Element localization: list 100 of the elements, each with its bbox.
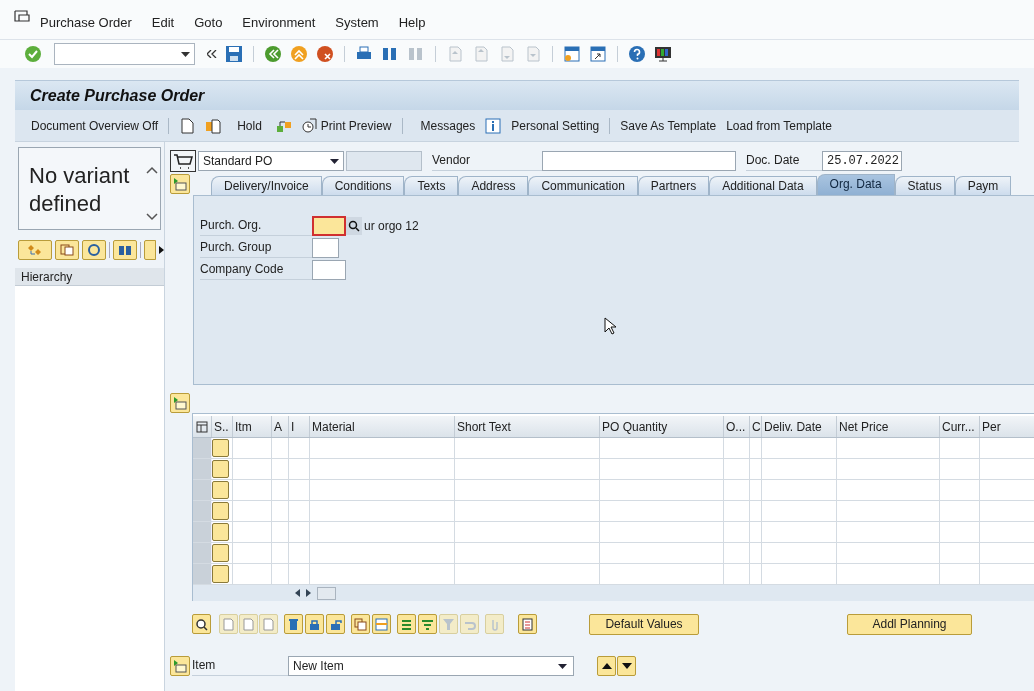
shortcut-icon[interactable] [589,45,607,63]
input-field[interactable] [312,216,346,236]
command-field[interactable] [54,43,195,65]
scroll-handle[interactable] [317,586,336,600]
back-icon[interactable] [264,45,282,63]
tab[interactable]: Communication [528,176,638,195]
find-button[interactable] [113,240,137,260]
list-button[interactable] [518,614,537,634]
status-button[interactable] [212,523,229,541]
save-icon[interactable] [225,45,243,63]
toolbar-button[interactable]: Document Overview Off [31,116,159,135]
tab[interactable]: Partners [637,176,710,195]
column-header[interactable]: Curr... [940,416,980,437]
new-session-icon[interactable] [563,45,581,63]
scroll-right-icon[interactable] [306,589,311,597]
column-header[interactable]: I [289,416,310,437]
copy-line-button[interactable] [259,614,278,634]
column-header[interactable]: C [750,416,762,437]
toolbar-button[interactable]: Print Preview [301,116,392,135]
scroll-down-icon[interactable] [146,213,158,221]
push-button[interactable]: Default Values [589,613,699,635]
status-button[interactable] [212,502,229,520]
menu-item[interactable]: Goto [194,12,223,33]
vendor-field[interactable] [542,151,736,171]
tab[interactable]: Texts [404,176,459,195]
details-button[interactable] [192,614,211,634]
status-button[interactable] [212,439,229,457]
header-toggle-button[interactable] [170,174,190,194]
tab[interactable]: Org. Data [816,174,895,195]
new-document-icon[interactable] [179,117,196,134]
expand-tree-button[interactable] [18,240,52,260]
copy-button[interactable] [55,240,79,260]
column-header[interactable]: A [272,416,289,437]
column-header[interactable]: Net Price [837,416,940,437]
column-header[interactable]: Deliv. Date [762,416,837,437]
scroll-left-icon[interactable] [295,589,300,597]
items-toggle-button[interactable] [170,393,190,413]
add-line-button[interactable] [219,614,238,634]
next-item-button[interactable] [617,656,636,676]
push-button[interactable]: Addl Planning [847,613,972,635]
tab[interactable]: Status [894,176,955,195]
status-button[interactable] [212,544,229,562]
menu-item[interactable]: Purchase Order [40,12,132,33]
toolbar-button[interactable]: Hold [237,116,262,135]
column-header[interactable]: PO Quantity [600,416,724,437]
menu-item[interactable]: Help [398,12,426,33]
help-icon[interactable] [628,45,646,63]
exit-icon[interactable] [290,45,308,63]
delete-button[interactable] [284,614,303,634]
dropdown-icon[interactable] [181,51,190,57]
info-icon[interactable] [485,117,502,134]
column-header[interactable]: Itm [233,416,272,437]
search-icon[interactable] [348,220,360,232]
copy-icon [354,617,367,631]
input-field[interactable] [312,238,339,258]
cart-icon[interactable] [170,150,196,172]
cancel-icon[interactable] [316,45,334,63]
menu-icon[interactable] [14,9,30,24]
enter-icon[interactable] [24,45,42,63]
status-button[interactable] [212,481,229,499]
collapse-icon[interactable] [207,50,217,58]
more-arrow-icon[interactable] [159,246,164,254]
tab[interactable]: Address [458,176,529,195]
select-all-button[interactable] [372,614,391,634]
insert-line-button[interactable] [239,614,258,634]
toolbar-button[interactable]: Save As Template [620,116,717,135]
filter-button[interactable] [418,614,437,634]
column-header[interactable]: O... [724,416,750,437]
toolbar-button[interactable]: Load from Template [726,116,832,135]
tab[interactable]: Delivery/Invoice [211,176,322,195]
column-header[interactable]: Short Text [455,416,600,437]
status-button[interactable] [212,460,229,478]
status-button[interactable] [212,565,229,583]
previous-item-button[interactable] [597,656,616,676]
tab[interactable]: Additional Data [709,176,817,195]
column-settings-icon[interactable] [196,420,208,433]
copy-button[interactable] [351,614,370,634]
folder-document-icon[interactable] [205,117,222,134]
menu-item[interactable]: Environment [242,12,316,33]
item-dropdown[interactable]: New Item [288,656,574,676]
menu-item[interactable]: System [335,12,379,33]
sort-button[interactable] [397,614,416,634]
toolbar-button[interactable]: Messages [420,116,476,135]
input-field[interactable] [312,260,346,280]
layout-icon[interactable] [654,45,672,63]
padlock-icon [308,617,321,631]
doc-type-dropdown[interactable]: Standard PO [198,151,344,171]
toolbar-button[interactable]: Personal Setting [511,116,600,135]
menu-item[interactable]: Edit [151,12,175,33]
scroll-up-icon[interactable] [146,166,158,174]
column-header[interactable]: Material [310,416,455,437]
lock-button[interactable] [305,614,324,634]
tab[interactable]: Conditions [321,176,405,195]
column-header[interactable]: S.. [212,416,233,437]
unlock-button[interactable] [326,614,345,634]
item-toggle-button[interactable] [170,656,190,676]
tab[interactable]: Paym [954,176,1012,195]
refresh-button[interactable] [82,240,106,260]
column-header[interactable]: Per [980,416,1034,437]
doc-date-field[interactable]: 25.07.2022 [822,151,902,171]
